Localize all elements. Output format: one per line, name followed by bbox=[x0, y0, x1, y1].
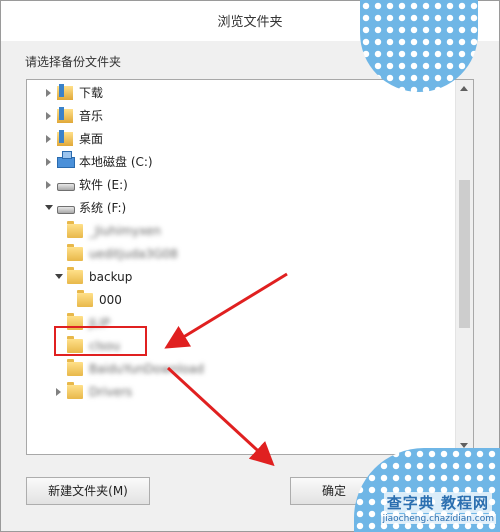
library-download-icon bbox=[57, 84, 73, 100]
selection-highlight-box bbox=[54, 326, 147, 356]
system-drive-icon bbox=[57, 151, 75, 168]
folder-tree-list: 下载 音乐 桌面 本地磁盘 (C:) 软件 (E:) 系统 (F:) _Jiuh… bbox=[27, 80, 455, 454]
collapse-arrow-icon[interactable] bbox=[45, 203, 53, 213]
watermark-url: jiaocheng.chazidian.com bbox=[380, 514, 496, 524]
tree-item-label: 音乐 bbox=[79, 109, 104, 123]
instruction-label: 请选择备份文件夹 bbox=[25, 55, 122, 69]
folder-open-icon bbox=[67, 267, 83, 284]
tree-item-label: _Jiuhimyxen bbox=[89, 224, 161, 238]
tree-item-label: ueditjuda3G08 bbox=[89, 247, 178, 261]
tree-item-label: 000 bbox=[99, 293, 122, 307]
tree-item-label: 软件 (E:) bbox=[79, 178, 128, 192]
folder-icon bbox=[67, 382, 83, 399]
expand-arrow-icon[interactable] bbox=[45, 180, 53, 190]
drive-icon bbox=[57, 206, 75, 214]
tree-item-label: BaiduYunDownload bbox=[89, 362, 204, 376]
tree-item-label: 桌面 bbox=[79, 132, 104, 146]
watermark-brand: 查字典 教程网 bbox=[383, 492, 492, 513]
library-music-icon bbox=[57, 107, 73, 123]
vertical-scrollbar[interactable] bbox=[455, 80, 473, 454]
tree-item-label: 系统 (F:) bbox=[79, 201, 127, 215]
expand-arrow-icon[interactable] bbox=[45, 88, 53, 98]
tree-item-label: 下载 bbox=[79, 86, 104, 100]
drive-icon bbox=[57, 183, 75, 191]
expand-arrow-icon[interactable] bbox=[45, 134, 53, 144]
folder-tree[interactable]: 下载 音乐 桌面 本地磁盘 (C:) 软件 (E:) 系统 (F:) _Jiuh… bbox=[26, 79, 474, 455]
tree-item-label: 本地磁盘 (C:) bbox=[79, 155, 153, 169]
tree-item-label: Drivers bbox=[89, 385, 133, 399]
folder-icon bbox=[67, 244, 83, 261]
desktop-folder-icon bbox=[57, 130, 73, 146]
folder-icon bbox=[77, 290, 93, 307]
expand-arrow-icon[interactable] bbox=[45, 111, 53, 121]
expand-arrow-icon[interactable] bbox=[45, 157, 53, 167]
tree-item-label: backup bbox=[89, 270, 133, 284]
expand-arrow-icon[interactable] bbox=[55, 387, 63, 397]
folder-icon bbox=[67, 221, 83, 238]
scrollbar-thumb[interactable] bbox=[459, 180, 470, 328]
collapse-arrow-icon[interactable] bbox=[55, 272, 63, 282]
new-folder-button[interactable]: 新建文件夹(M) bbox=[26, 477, 150, 505]
folder-icon bbox=[67, 359, 83, 376]
scroll-up-arrow-icon[interactable] bbox=[460, 86, 468, 91]
